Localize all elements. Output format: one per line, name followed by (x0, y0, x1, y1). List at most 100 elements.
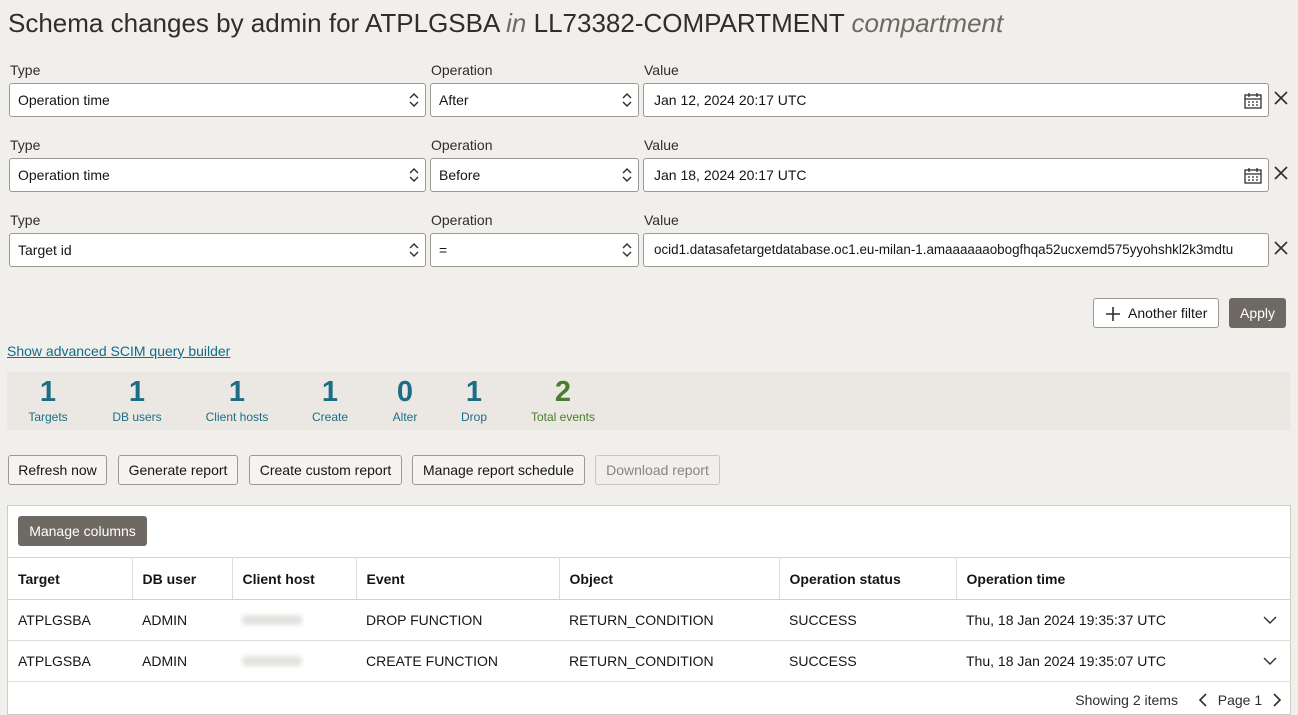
filter-value-input[interactable]: Jan 18, 2024 20:17 UTC (643, 158, 1269, 192)
cell-object: RETURN_CONDITION (559, 599, 779, 641)
plus-icon (1106, 307, 1120, 321)
filter-value-label: Value (644, 212, 679, 228)
cell-target: ATPLGSBA (8, 599, 132, 641)
summary-stats: 1 Targets 1 DB users 1 Client hosts 1 Create… (7, 372, 1290, 430)
select-arrows-icon (409, 93, 419, 107)
stat-db-users[interactable]: 1 DB users (87, 374, 187, 424)
filter-type-label: Type (10, 62, 41, 78)
operation-time-text: Thu, 18 Jan 2024 19:35:07 UTC (966, 653, 1167, 669)
cell-operation-time: Thu, 18 Jan 2024 19:35:07 UTC (956, 640, 1291, 682)
title-prefix: Schema changes by admin for ATPLGSBA (8, 8, 499, 38)
stat-drop[interactable]: 1 Drop (424, 374, 524, 424)
title-compartment-word: compartment (851, 8, 1004, 38)
column-header-operation-time[interactable]: Operation time (956, 557, 1291, 600)
redacted-client-host (242, 615, 302, 625)
cell-db-user: ADMIN (132, 640, 232, 682)
cell-operation-time: Thu, 18 Jan 2024 19:35:37 UTC (956, 599, 1291, 641)
select-arrows-icon (622, 168, 632, 182)
remove-filter-icon[interactable] (1273, 90, 1289, 106)
filter-operation-value: = (439, 242, 448, 258)
select-arrows-icon (409, 243, 419, 257)
filter-operation-select[interactable]: = (430, 233, 639, 267)
cell-client-host (232, 599, 356, 641)
filter-type-select[interactable]: Operation time (9, 83, 426, 117)
stat-number: 1 (465, 376, 483, 408)
cell-status: SUCCESS (779, 640, 956, 682)
filter-operation-label: Operation (431, 137, 493, 153)
filter-value-input[interactable]: ocid1.datasafetargetdatabase.oc1.eu-mila… (643, 233, 1269, 267)
filter-value-text: Jan 12, 2024 20:17 UTC (654, 92, 807, 108)
manage-report-schedule-button[interactable]: Manage report schedule (412, 455, 585, 485)
chevron-down-icon[interactable] (1263, 615, 1277, 625)
remove-filter-icon[interactable] (1273, 240, 1289, 256)
create-custom-report-button[interactable]: Create custom report (249, 455, 402, 485)
filter-value-label: Value (644, 137, 679, 153)
advanced-scim-link[interactable]: Show advanced SCIM query builder (7, 343, 230, 359)
refresh-now-button[interactable]: Refresh now (8, 455, 107, 485)
stat-label: Drop (460, 410, 487, 424)
stat-label: Total events (530, 410, 596, 424)
stat-number: 1 (228, 376, 246, 408)
stat-label: Client hosts (205, 410, 269, 424)
remove-filter-icon[interactable] (1273, 165, 1289, 181)
stat-label: Targets (28, 410, 68, 424)
stat-number: 2 (554, 376, 572, 408)
cell-target: ATPLGSBA (8, 640, 132, 682)
filter-operation-select[interactable]: Before (430, 158, 639, 192)
title-compartment-name: LL73382-COMPARTMENT (533, 8, 845, 38)
filter-value-text: Jan 18, 2024 20:17 UTC (654, 167, 807, 183)
column-header-object[interactable]: Object (559, 557, 780, 600)
filter-type-select[interactable]: Operation time (9, 158, 426, 192)
filter-type-select[interactable]: Target id (9, 233, 426, 267)
stat-client-hosts[interactable]: 1 Client hosts (187, 374, 287, 424)
chevron-left-icon[interactable] (1198, 693, 1208, 707)
column-header-event[interactable]: Event (356, 557, 560, 600)
another-filter-button[interactable]: Another filter (1093, 298, 1219, 328)
chevron-right-icon[interactable] (1272, 693, 1282, 707)
cell-event: DROP FUNCTION (356, 599, 559, 641)
calendar-icon[interactable] (1244, 93, 1262, 109)
column-header-target[interactable]: Target (8, 557, 133, 600)
filter-type-label: Type (10, 137, 41, 153)
filter-operation-label: Operation (431, 212, 493, 228)
filter-operation-value: Before (439, 167, 481, 183)
filter-type-value: Operation time (18, 167, 110, 183)
redacted-client-host (242, 656, 302, 666)
cell-db-user: ADMIN (132, 599, 232, 641)
table-footer: Showing 2 items Page 1 (1075, 692, 1282, 708)
another-filter-label: Another filter (1128, 305, 1208, 321)
filter-operation-select[interactable]: After (430, 83, 639, 117)
apply-button[interactable]: Apply (1229, 298, 1286, 328)
events-table: Target DB user Client host Event Object … (8, 557, 1291, 682)
operation-time-text: Thu, 18 Jan 2024 19:35:37 UTC (966, 612, 1167, 628)
page-indicator: Page 1 (1217, 692, 1263, 708)
generate-report-button[interactable]: Generate report (118, 455, 238, 485)
filter-value-input[interactable]: Jan 12, 2024 20:17 UTC (643, 83, 1269, 117)
stat-number: 1 (39, 376, 57, 408)
cell-client-host (232, 640, 356, 682)
page-title: Schema changes by admin for ATPLGSBA in … (8, 6, 1003, 40)
column-header-db-user[interactable]: DB user (132, 557, 233, 600)
column-header-operation-status[interactable]: Operation status (779, 557, 957, 600)
cell-event: CREATE FUNCTION (356, 640, 559, 682)
filter-value-label: Value (644, 62, 679, 78)
calendar-icon[interactable] (1244, 168, 1262, 184)
filter-type-value: Target id (18, 242, 72, 258)
filter-operation-label: Operation (431, 62, 493, 78)
stat-label: DB users (112, 410, 162, 424)
manage-columns-button[interactable]: Manage columns (18, 516, 147, 546)
column-header-client-host[interactable]: Client host (232, 557, 357, 600)
title-in: in (506, 8, 527, 38)
table-row[interactable]: ATPLGSBA ADMIN DROP FUNCTION RETURN_COND… (8, 599, 1291, 641)
cell-status: SUCCESS (779, 599, 956, 641)
stat-number: 1 (128, 376, 146, 408)
stat-targets[interactable]: 1 Targets (0, 374, 98, 424)
select-arrows-icon (622, 243, 632, 257)
download-report-button[interactable]: Download report (595, 455, 720, 485)
stat-total-events[interactable]: 2 Total events (513, 374, 613, 424)
filter-value-text: ocid1.datasafetargetdatabase.oc1.eu-mila… (654, 242, 1234, 257)
filter-type-value: Operation time (18, 92, 110, 108)
showing-count: Showing 2 items (1075, 692, 1178, 708)
chevron-down-icon[interactable] (1263, 656, 1277, 666)
table-row[interactable]: ATPLGSBA ADMIN CREATE FUNCTION RETURN_CO… (8, 640, 1291, 682)
